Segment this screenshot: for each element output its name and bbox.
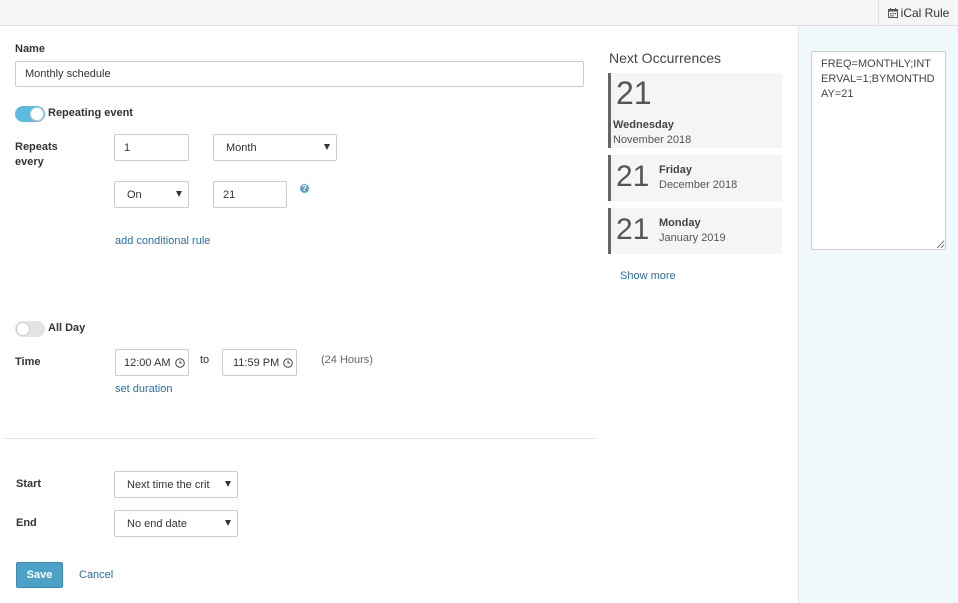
end-time-value: 11:59 PM	[233, 356, 280, 369]
occurrence-weekday: Wednesday	[613, 119, 674, 131]
name-input[interactable]: Monthly schedule	[15, 61, 584, 87]
hours-note: (24 Hours)	[321, 354, 373, 366]
next-occurrences-title: Next Occurrences	[609, 50, 722, 66]
repeating-label: Repeating event	[48, 107, 133, 119]
interval-input[interactable]: 1	[114, 134, 189, 161]
section-divider	[4, 438, 596, 439]
time-label: Time	[15, 356, 41, 368]
clock-icon	[175, 358, 185, 368]
end-time-input[interactable]: 11:59 PM	[222, 349, 297, 376]
repeating-toggle[interactable]	[15, 106, 45, 122]
save-button[interactable]: Save	[16, 562, 63, 588]
chevron-down-icon	[225, 520, 231, 526]
occurrence-item: 21 Monday January 2019	[608, 208, 782, 254]
occurrence-item: 21 Friday December 2018	[608, 155, 782, 201]
interval-value: 1	[124, 141, 131, 154]
all-day-label: All Day	[48, 322, 86, 334]
time-to-label: to	[200, 354, 210, 366]
frequency-value: Month	[226, 141, 257, 154]
ical-panel: FREQ=MONTHLY;INTERVAL=1;BYMONTHDAY=21	[798, 26, 958, 603]
day-input[interactable]: 21	[213, 181, 287, 208]
ical-rule-label: iCal Rule	[900, 5, 950, 20]
set-duration-link[interactable]: set duration	[115, 383, 172, 395]
chevron-down-icon	[324, 144, 330, 150]
on-value: On	[127, 188, 142, 201]
toggle-knob	[30, 107, 44, 121]
start-label: Start	[16, 478, 42, 490]
chevron-down-icon	[225, 481, 231, 487]
occurrence-day: 21	[616, 160, 650, 193]
end-value: No end date	[127, 517, 187, 530]
end-select[interactable]: No end date	[114, 510, 238, 537]
top-toolbar: iCal Rule	[0, 0, 958, 26]
on-select[interactable]: On	[114, 181, 189, 208]
occurrence-month: December 2018	[659, 179, 738, 191]
start-select[interactable]: Next time the crit	[114, 471, 238, 498]
occurrence-item: 21 Wednesday November 2018	[608, 73, 782, 148]
frequency-select[interactable]: Month	[213, 134, 337, 161]
clock-icon	[283, 358, 293, 368]
repeats-every-label: Repeats every	[15, 141, 58, 168]
occurrence-weekday: Friday	[659, 164, 693, 176]
help-icon[interactable]: ?	[300, 184, 309, 193]
chevron-down-icon	[176, 191, 182, 197]
ical-rule-textarea[interactable]: FREQ=MONTHLY;INTERVAL=1;BYMONTHDAY=21	[811, 51, 946, 250]
all-day-toggle[interactable]	[15, 321, 45, 337]
add-conditional-rule-link[interactable]: add conditional rule	[115, 235, 210, 247]
toggle-knob	[16, 322, 30, 336]
schedule-form: Name Monthly schedule Repeating event Re…	[0, 26, 798, 603]
calendar-icon	[887, 7, 898, 18]
start-value: Next time the crit	[127, 478, 210, 491]
name-label: Name	[15, 43, 45, 55]
occurrence-weekday: Monday	[659, 217, 701, 229]
start-time-input[interactable]: 12:00 AM	[115, 349, 189, 376]
start-time-value: 12:00 AM	[124, 356, 171, 369]
name-input-value: Monthly schedule	[25, 68, 111, 80]
end-label: End	[16, 517, 37, 529]
occurrence-month: November 2018	[613, 134, 692, 146]
show-more-link[interactable]: Show more	[620, 270, 676, 282]
occurrence-day: 21	[616, 213, 650, 246]
day-value: 21	[223, 188, 236, 201]
cancel-link[interactable]: Cancel	[79, 569, 113, 581]
ical-rule-button[interactable]: iCal Rule	[878, 0, 958, 25]
occurrence-month: January 2019	[659, 232, 726, 244]
occurrence-day: 21	[616, 75, 652, 111]
